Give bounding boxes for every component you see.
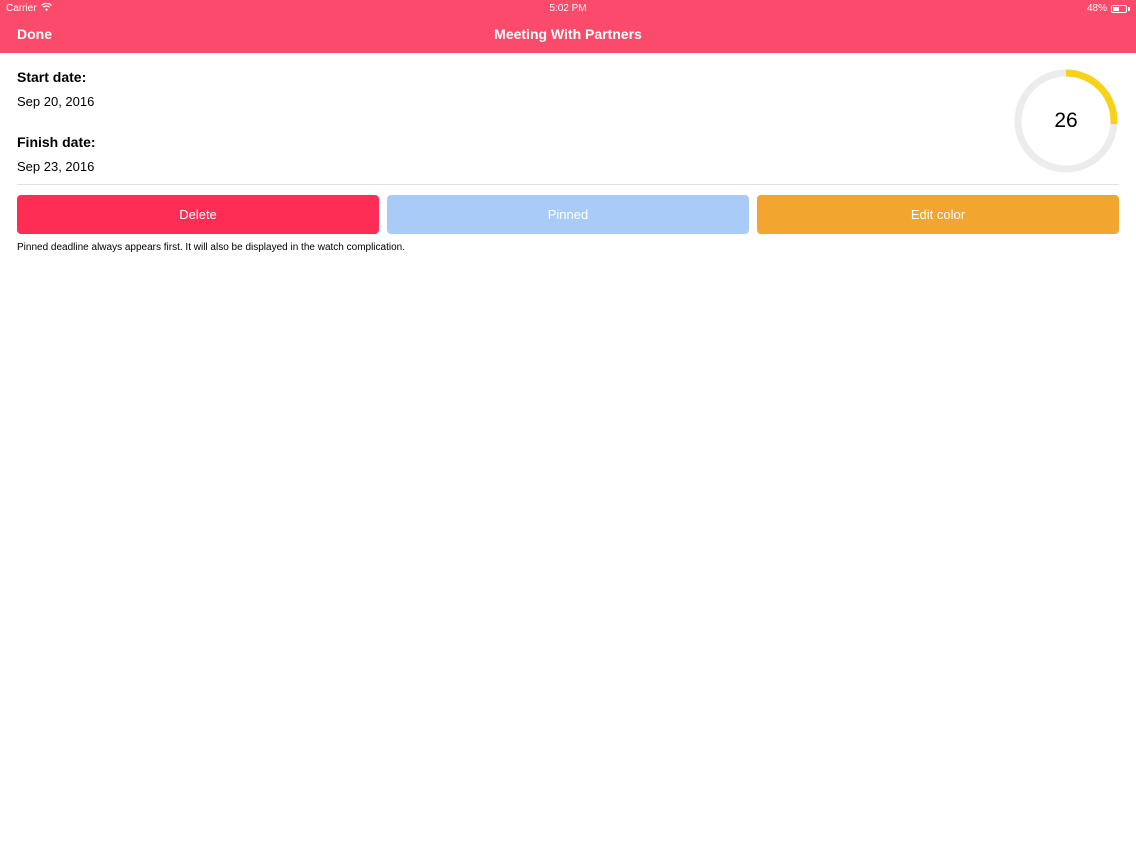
battery-tip [1128, 6, 1130, 11]
progress-ring-value: 26 [1054, 109, 1078, 132]
start-date-label: Start date: [17, 69, 87, 85]
status-right: 48% [1087, 3, 1130, 14]
header: Carrier 5:02 PM 48% Done Meeting With Pa… [0, 0, 1136, 53]
finish-date-label: Finish date: [17, 134, 96, 150]
status-time: 5:02 PM [549, 3, 587, 14]
edit-color-button[interactable]: Edit color [757, 195, 1119, 234]
divider [17, 184, 1119, 185]
status-bar: Carrier 5:02 PM 48% [0, 0, 1136, 16]
finish-date-value: Sep 23, 2016 [17, 159, 95, 174]
battery-fill [1113, 6, 1119, 11]
nav-bar: Done Meeting With Partners [0, 16, 1136, 53]
battery-percent: 48% [1086, 3, 1107, 14]
pinned-note: Pinned deadline always appears first. It… [17, 242, 405, 253]
battery-icon [1111, 4, 1127, 13]
delete-button[interactable]: Delete [17, 195, 379, 234]
start-date-value: Sep 20, 2016 [17, 94, 95, 109]
pinned-button[interactable]: Pinned [387, 195, 749, 234]
page-title: Meeting With Partners [494, 26, 642, 42]
